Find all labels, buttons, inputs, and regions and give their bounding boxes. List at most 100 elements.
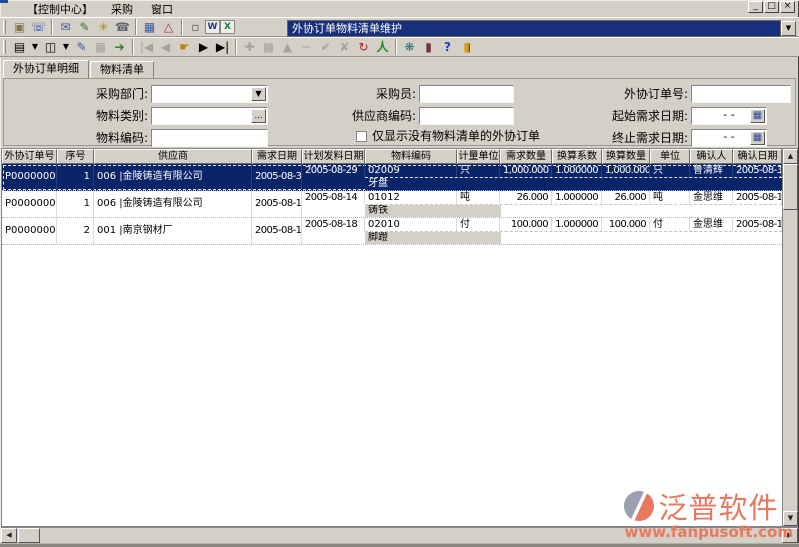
tab-bar: 外协订单明细 物料清单 — [3, 60, 155, 78]
cell-seq: 1 — [57, 191, 94, 217]
wheel-icon[interactable]: ✳ — [94, 18, 113, 36]
start-date-calendar-icon[interactable]: ▦ — [750, 109, 765, 123]
module-title-combobox[interactable]: 外协订单物料清单维护 — [287, 20, 781, 37]
app-window: 【控制中心】 采购 窗口 _ □ × ▣ ☏ ✉ ✎ ✳ ☎ ▦ △ ▫ W X… — [0, 0, 799, 547]
cell-conv-factor: 1.000000 — [552, 191, 602, 204]
menu-window[interactable]: 窗口 — [142, 2, 182, 17]
cell-confirmer: 金思维 — [690, 191, 733, 204]
table-row[interactable]: P000000011 2 001 |南京钢材厂 2005-08-19 2005-… — [2, 218, 782, 245]
monitor-icon[interactable]: ▦ — [140, 18, 159, 36]
append-icon: ▲ — [278, 38, 297, 56]
scroll-up-icon[interactable]: ▲ — [783, 149, 798, 164]
next-record-icon[interactable]: ▶ — [194, 38, 213, 56]
snapshot-icon[interactable]: ▣ — [10, 18, 29, 36]
restore-button[interactable]: □ — [764, 1, 779, 13]
settings-icon[interactable]: ❋ — [400, 38, 419, 56]
table-row[interactable]: P000000005 1 006 |金陵铸造有限公司 2005-08-30 20… — [2, 164, 782, 191]
col-header-seq[interactable]: 序号 — [57, 149, 94, 164]
col-header-confirmer[interactable]: 确认人 — [690, 149, 733, 164]
mail-icon[interactable]: ✉ — [56, 18, 75, 36]
material-type-lookup-icon[interactable]: … — [251, 109, 266, 123]
cell-demand-qty: 100.000 — [500, 218, 552, 231]
col-header-supplier[interactable]: 供应商 — [94, 149, 252, 164]
scroll-left-icon[interactable]: ◀ — [1, 528, 17, 543]
col-header-unit2[interactable]: 单位 — [650, 149, 690, 164]
order-material-grid: 外协订单号 序号 供应商 需求日期 计划发料日期 物料编码 计量单位 需求数量 … — [1, 148, 798, 527]
col-header-demand-qty[interactable]: 需求数量 — [500, 149, 552, 164]
execute-icon[interactable]: 人 — [373, 38, 392, 56]
cancel-icon: ✘ — [335, 38, 354, 56]
purchase-dept-dropdown-icon[interactable]: ▼ — [251, 87, 266, 101]
cell-order-no: P000000011 — [2, 218, 57, 244]
menu-bar: 【控制中心】 采购 窗口 — [0, 2, 799, 17]
only-no-list-checkbox[interactable] — [356, 131, 367, 142]
cell-plan-issue-date: 2005-08-14 — [302, 191, 365, 204]
material-code-label: 物料编码: — [32, 129, 148, 147]
form-icon: ▦ — [91, 38, 110, 56]
supplier-code-input[interactable] — [419, 107, 514, 125]
cell-supplier: 006 |金陵铸造有限公司 — [94, 191, 252, 217]
last-record-icon[interactable]: ▶| — [213, 38, 232, 56]
col-header-conv-factor[interactable]: 换算系数 — [552, 149, 602, 164]
material-code-input[interactable] — [151, 129, 268, 147]
col-header-plan-issue-date[interactable]: 计划发料日期 — [302, 149, 365, 164]
cell-confirm-date: 2005-08-19 — [733, 191, 782, 204]
vertical-scroll-thumb[interactable] — [783, 164, 798, 210]
vertical-scrollbar[interactable]: ▲ ▼ — [782, 149, 797, 526]
chart-icon[interactable]: △ — [159, 18, 178, 36]
menu-control-center[interactable]: 【控制中心】 — [18, 2, 102, 17]
col-header-confirm-date[interactable]: 确认日期 — [733, 149, 782, 164]
order-no-input[interactable] — [691, 85, 791, 103]
cell-material-name: 脚蹬 — [365, 232, 501, 244]
exit-icon[interactable]: ▮ — [457, 38, 476, 56]
horizontal-scroll-thumb[interactable] — [18, 528, 40, 543]
goto-record-icon[interactable]: ☛ — [175, 38, 194, 56]
phone-icon[interactable]: ☏ — [29, 18, 48, 36]
preview-icon[interactable]: ◫ — [41, 38, 60, 56]
refresh-icon[interactable]: ↻ — [354, 38, 373, 56]
tab-order-detail[interactable]: 外协订单明细 — [3, 60, 89, 78]
cell-material-code: 01012 — [365, 191, 457, 204]
minimize-button[interactable]: _ — [748, 1, 763, 13]
toolbar-main: ▣ ☏ ✉ ✎ ✳ ☎ ▦ △ ▫ W X 外协订单物料清单维护 ▼ — [0, 17, 799, 37]
col-header-conv-qty[interactable]: 换算数量 — [602, 149, 650, 164]
help-icon[interactable]: ? — [438, 38, 457, 56]
cell-confirm-date: 2005-08-30 — [733, 164, 782, 177]
word-icon[interactable]: W — [205, 20, 220, 34]
cell-conv-factor: 1.000000 — [552, 218, 602, 231]
edit-icon[interactable]: ✎ — [72, 38, 91, 56]
material-type-label: 物料类别: — [32, 107, 148, 125]
export-icon[interactable]: ➔ — [110, 38, 129, 56]
excel-icon[interactable]: X — [220, 20, 235, 34]
attachment-icon[interactable]: ▫ — [186, 18, 205, 36]
col-header-unit[interactable]: 计量单位 — [457, 149, 500, 164]
cell-demand-date: 2005-08-19 — [252, 191, 302, 217]
filter-panel: 采购部门: ▼ 物料类别: … 物料编码: 采购员: 供应商编码: 仅显示没有物… — [3, 78, 796, 146]
combo-dropdown-icon[interactable]: ▼ — [781, 21, 796, 36]
col-header-material-code[interactable]: 物料编码 — [365, 149, 457, 164]
close-button[interactable]: × — [780, 1, 795, 13]
cell-supplier: 006 |金陵铸造有限公司 — [94, 164, 252, 190]
print-icon[interactable]: ▤ — [10, 38, 29, 56]
cell-conv-qty: 1,000.000 — [602, 164, 650, 177]
call-icon[interactable]: ☎ — [113, 18, 132, 36]
preview-dropdown-icon[interactable]: ▼ — [60, 38, 72, 56]
cell-seq: 2 — [57, 218, 94, 244]
col-header-demand-date[interactable]: 需求日期 — [252, 149, 302, 164]
print-dropdown-icon[interactable]: ▼ — [29, 38, 41, 56]
buyer-input[interactable] — [419, 85, 514, 103]
col-header-order-no[interactable]: 外协订单号 — [2, 149, 57, 164]
vendor-watermark: 泛普软件 www.fanpusoft.com — [624, 485, 793, 541]
first-record-icon: |◀ — [137, 38, 156, 56]
end-date-calendar-icon[interactable]: ▦ — [750, 131, 765, 145]
vendor-logo-icon — [624, 491, 654, 521]
tab-material-list[interactable]: 物料清单 — [90, 61, 154, 78]
only-no-list-label: 仅显示没有物料清单的外协订单 — [372, 129, 540, 143]
cell-confirmer: 金思维 — [690, 218, 733, 231]
toolbar-separator — [181, 19, 183, 35]
table-row[interactable]: P000000010 1 006 |金陵铸造有限公司 2005-08-19 20… — [2, 191, 782, 218]
buyer-label: 采购员: — [334, 85, 416, 103]
card-icon[interactable]: ▮ — [419, 38, 438, 56]
signature-icon[interactable]: ✎ — [75, 18, 94, 36]
menu-purchase[interactable]: 采购 — [102, 2, 142, 17]
